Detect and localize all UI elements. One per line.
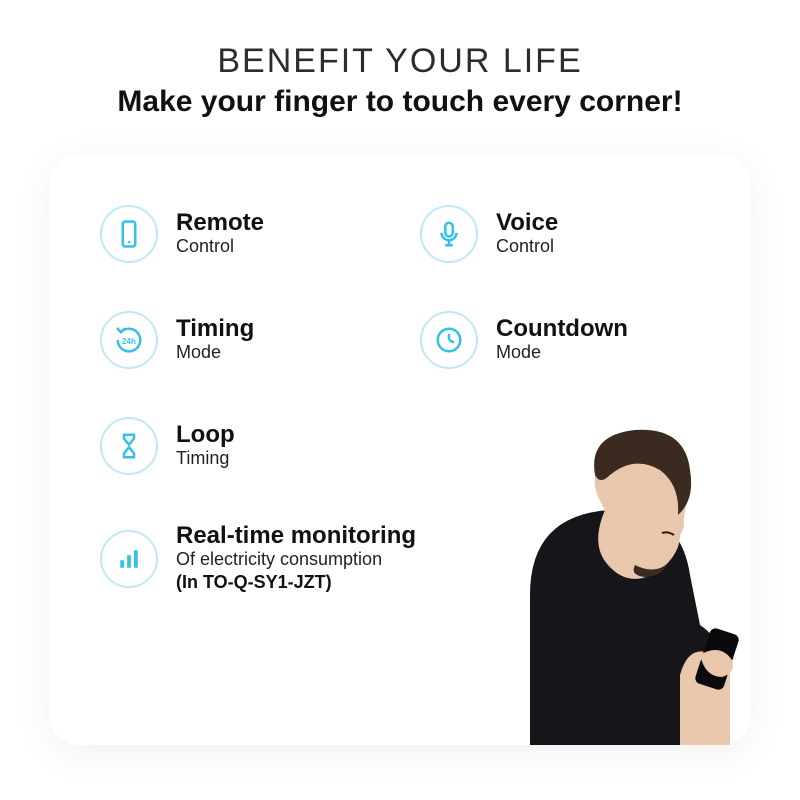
feature-text: Remote Control [176,210,264,258]
feature-sub: Mode [176,342,254,364]
feature-sub: Of electricity consumption [176,549,416,571]
phone-icon [100,205,158,263]
feature-sub: Control [176,236,264,258]
feature-text: Timing Mode [176,316,254,364]
feature-remote: Remote Control [100,205,380,263]
feature-text: Countdown Mode [496,316,628,364]
marketing-slide: BENEFIT YOUR LIFE Make your finger to to… [0,0,800,800]
feature-grid: Remote Control Voice Control [100,205,700,594]
feature-text: Loop Timing [176,422,235,470]
bar-chart-icon [100,530,158,588]
feature-countdown: Countdown Mode [420,311,700,369]
page-title: BENEFIT YOUR LIFE [0,42,800,81]
feature-title: Timing [176,316,254,342]
feature-timing: 24h Timing Mode [100,311,380,369]
feature-title: Remote [176,210,264,236]
feature-text: Voice Control [496,210,558,258]
feature-title: Countdown [496,316,628,342]
feature-text: Real-time monitoring Of electricity cons… [176,523,416,594]
hourglass-icon [100,417,158,475]
page-subtitle: Make your finger to touch every corner! [0,85,800,119]
feature-note: (In TO-Q-SY1-JZT) [176,571,416,594]
clock-24h-icon: 24h [100,311,158,369]
feature-title: Voice [496,210,558,236]
feature-title: Real-time monitoring [176,523,416,549]
feature-sub: Control [496,236,558,258]
feature-voice: Voice Control [420,205,700,263]
feature-sub: Timing [176,448,235,470]
feature-title: Loop [176,422,235,448]
svg-text:24h: 24h [122,337,136,346]
header: BENEFIT YOUR LIFE Make your finger to to… [0,0,800,119]
feature-sub: Mode [496,342,628,364]
feature-monitoring: Real-time monitoring Of electricity cons… [100,523,700,594]
feature-loop: Loop Timing [100,417,380,475]
clock-icon [420,311,478,369]
feature-card: Remote Control Voice Control [50,155,750,745]
microphone-icon [420,205,478,263]
